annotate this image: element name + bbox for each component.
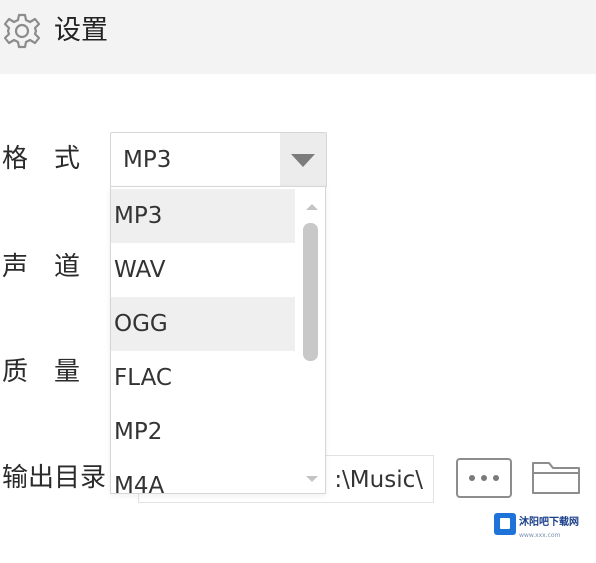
format-option-flac[interactable]: FLAC — [111, 351, 295, 405]
output-directory-label: 输出目录 — [2, 463, 107, 493]
ellipsis-icon — [469, 475, 475, 481]
format-select[interactable]: MP3 — [110, 132, 327, 188]
format-option-mp3[interactable]: MP3 — [111, 189, 295, 243]
dropdown-toggle-button[interactable] — [280, 133, 326, 187]
format-dropdown-list: MP3 WAV OGG FLAC MP2 M4A — [110, 186, 326, 494]
settings-header: 设置 — [0, 0, 596, 74]
quality-label: 质量 — [2, 357, 107, 387]
format-option-wav[interactable]: WAV — [111, 243, 295, 297]
format-option-ogg[interactable]: OGG — [111, 297, 295, 351]
format-option-m4a[interactable]: M4A — [111, 459, 295, 493]
scroll-down-icon[interactable] — [306, 476, 318, 482]
format-label: 格式 — [2, 144, 107, 174]
dropdown-scrollbar[interactable] — [297, 187, 325, 493]
channel-label: 声道 — [2, 252, 107, 282]
chevron-down-icon — [291, 153, 315, 167]
site-watermark: 沐阳吧下载网 www.xxx.com — [490, 510, 590, 546]
scroll-up-icon[interactable] — [306, 204, 318, 210]
watermark-logo-icon — [494, 513, 516, 535]
watermark-text: 沐阳吧下载网 — [519, 517, 579, 528]
format-option-mp2[interactable]: MP2 — [111, 405, 295, 459]
format-select-value: MP3 — [123, 147, 172, 173]
gear-icon — [3, 13, 41, 49]
ellipsis-dot — [481, 475, 487, 481]
watermark-subtext: www.xxx.com — [519, 532, 561, 539]
folder-icon[interactable] — [530, 457, 582, 497]
output-path-text: :\Music\ — [334, 467, 423, 493]
browse-button[interactable] — [456, 458, 512, 498]
scrollbar-thumb[interactable] — [303, 223, 318, 361]
page-title: 设置 — [54, 15, 108, 46]
ellipsis-dot — [493, 475, 499, 481]
